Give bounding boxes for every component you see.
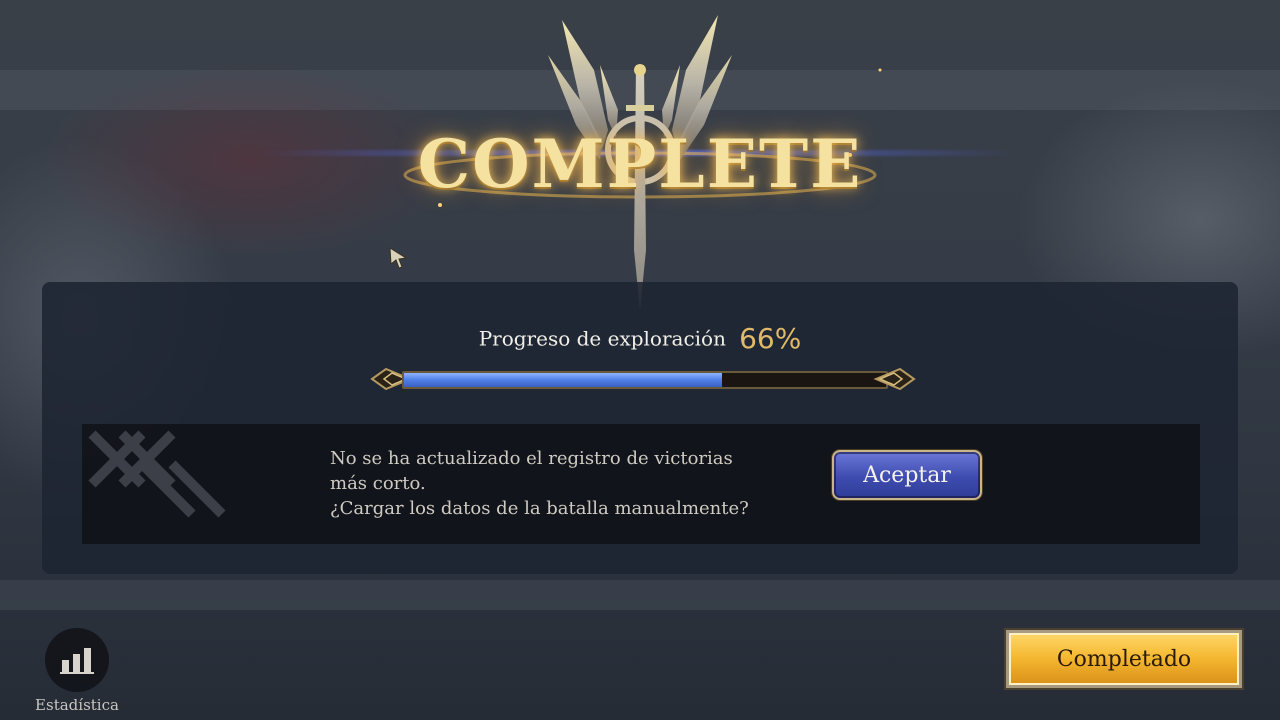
notice-line: ¿Cargar los datos de la batalla manualme…: [330, 498, 749, 519]
exploration-progress-value: 66%: [739, 322, 802, 355]
accept-button[interactable]: Aceptar: [832, 450, 982, 500]
exploration-progress-bar: [370, 366, 916, 392]
stats-button[interactable]: Estadística: [32, 628, 122, 714]
bar-right-ornament-icon: [873, 367, 916, 391]
background-detail: [0, 580, 1280, 610]
completed-button[interactable]: Completado: [1006, 630, 1242, 688]
exploration-progress-label: Progreso de exploración: [478, 326, 726, 351]
complete-emblem: COMPLETE: [380, 10, 900, 310]
bar-chart-icon: [60, 648, 94, 674]
mouse-cursor-icon: [389, 247, 408, 269]
exploration-progress-header: Progreso de exploración 66%: [42, 322, 1238, 355]
notice-message: No se ha actualizado el registro de vict…: [330, 446, 790, 521]
notice-line: No se ha actualizado el registro de vict…: [330, 448, 733, 469]
stats-icon-circle[interactable]: [45, 628, 109, 692]
complete-title: COMPLETE: [417, 125, 863, 203]
stats-label: Estadística: [35, 696, 119, 714]
knot-pattern-icon: [88, 430, 226, 518]
result-panel: Progreso de exploración 66% No se ha act…: [42, 282, 1238, 574]
notice-line: más corto.: [330, 473, 426, 494]
progress-fill: [404, 373, 723, 387]
manual-upload-notice: No se ha actualizado el registro de vict…: [82, 424, 1200, 544]
progress-track: [402, 371, 888, 389]
